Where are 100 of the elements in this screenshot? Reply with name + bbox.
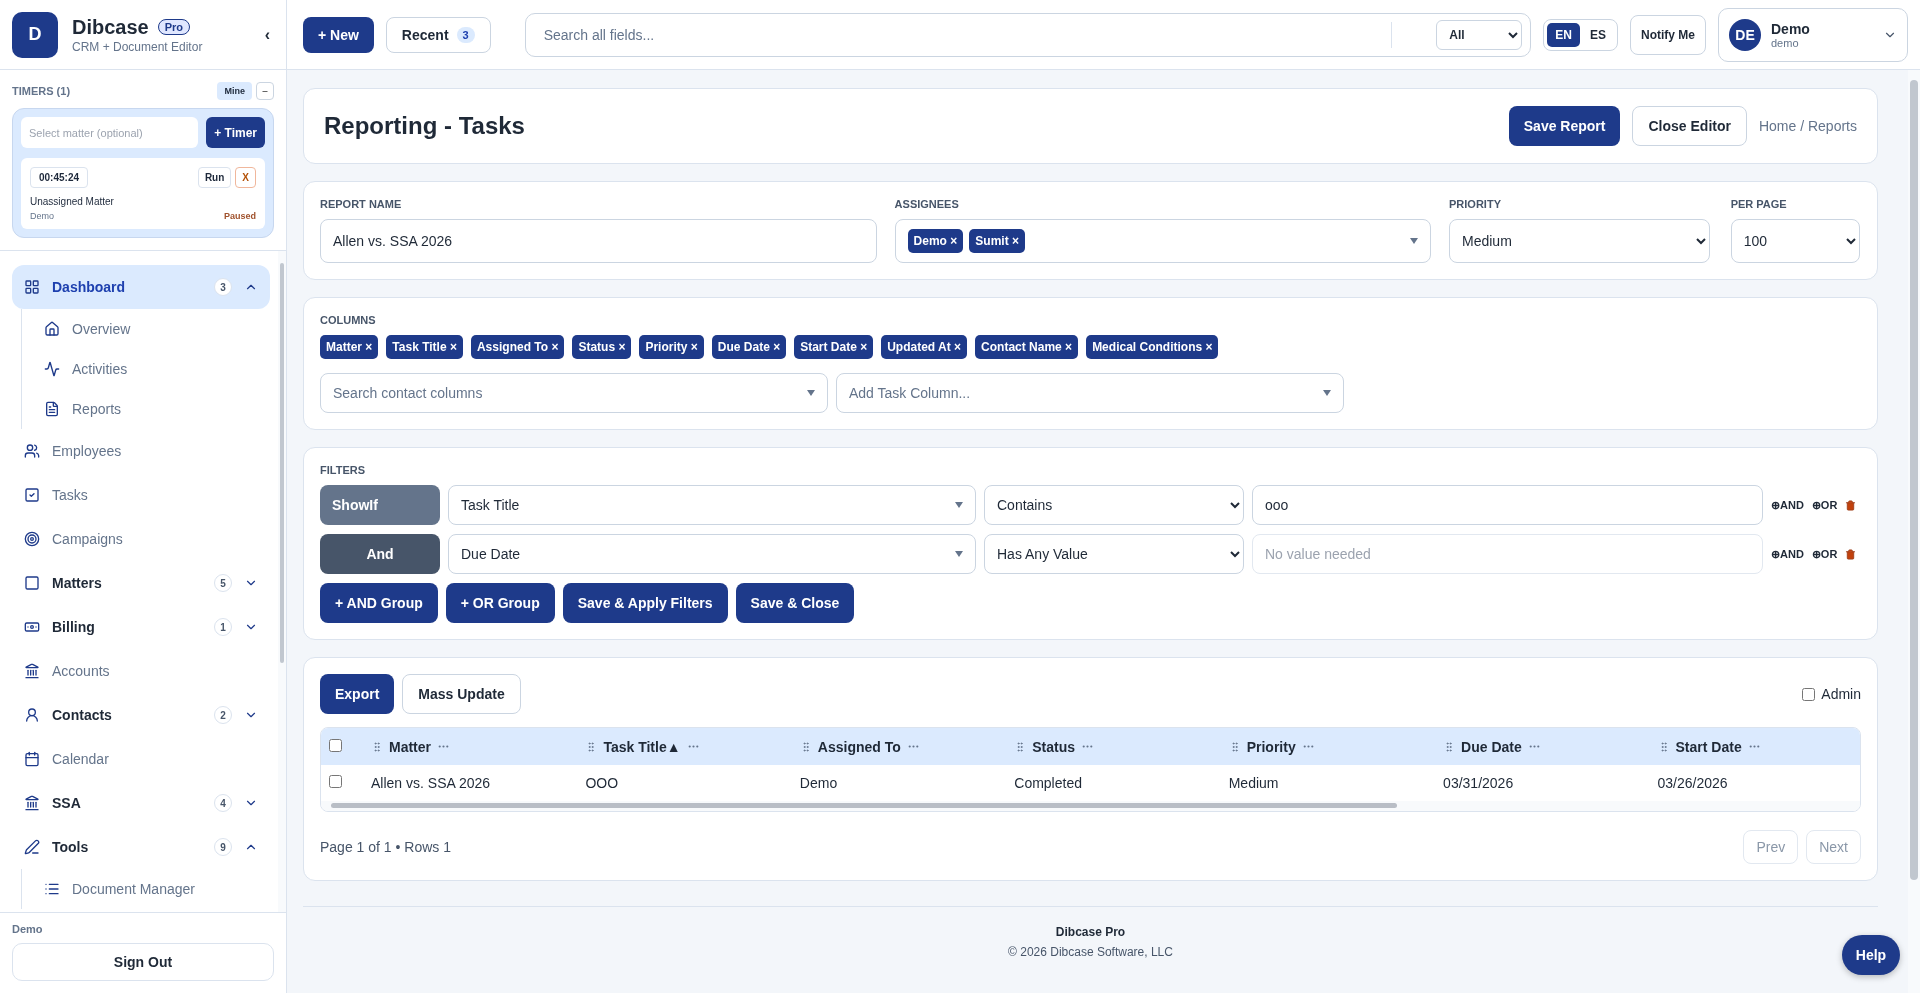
page-summary: Page 1 of 1 • Rows 1 bbox=[320, 839, 452, 856]
column-tag[interactable]: Priority × bbox=[639, 335, 704, 360]
count-badge: 2 bbox=[214, 706, 232, 724]
nav-item[interactable]: Reports bbox=[22, 389, 270, 429]
nav-item[interactable]: SSA 4 bbox=[12, 781, 270, 825]
filter-field-select[interactable]: Task Title bbox=[448, 485, 976, 526]
report-name-field[interactable]: Allen vs. SSA 2026 bbox=[320, 219, 877, 264]
sign-out-button[interactable]: Sign Out bbox=[12, 943, 274, 981]
nav-item[interactable]: Document Manager bbox=[22, 869, 270, 909]
add-and-link[interactable]: ⊕AND bbox=[1771, 498, 1804, 512]
notify-button[interactable]: Notify Me bbox=[1630, 14, 1706, 55]
select-all-checkbox[interactable] bbox=[329, 738, 342, 752]
column-tag[interactable]: Start Date × bbox=[794, 335, 874, 360]
column-tag[interactable]: Due Date × bbox=[711, 335, 787, 360]
nav-item[interactable]: Tools 9 bbox=[12, 825, 270, 869]
nav-item[interactable]: Tasks bbox=[12, 473, 270, 517]
user-name: Demo bbox=[1771, 20, 1811, 37]
remove-timer-button[interactable]: X bbox=[235, 167, 256, 188]
admin-checkbox[interactable] bbox=[1802, 687, 1816, 701]
horizontal-scrollbar[interactable] bbox=[321, 801, 1860, 812]
recent-button[interactable]: Recent 3 bbox=[385, 16, 491, 53]
nav-item[interactable]: Activities bbox=[22, 349, 270, 389]
add-or-link[interactable]: ⊕OR bbox=[1811, 547, 1838, 561]
table-cell: Demo bbox=[787, 765, 1003, 802]
column-header[interactable]: Priority bbox=[1246, 738, 1296, 755]
page-scrollbar[interactable] bbox=[1908, 70, 1920, 993]
filter-action-button[interactable]: + AND Group bbox=[320, 583, 438, 624]
assignee-tag[interactable]: Demo × bbox=[907, 229, 964, 254]
help-button[interactable]: Help bbox=[1842, 935, 1900, 976]
search-field[interactable]: Search all fields... All bbox=[524, 12, 1532, 57]
nav-item[interactable]: Matters 5 bbox=[12, 561, 270, 605]
nav-item[interactable]: Employees bbox=[12, 429, 270, 473]
collapse-timers-button[interactable]: – bbox=[256, 82, 274, 100]
filter-action-button[interactable]: Save & Close bbox=[735, 583, 855, 624]
drag-handle-icon[interactable] bbox=[371, 740, 383, 753]
add-timer-button[interactable]: + Timer bbox=[206, 117, 265, 148]
column-header[interactable]: Status bbox=[1032, 738, 1076, 755]
list-icon bbox=[44, 881, 60, 897]
search-scope-select[interactable]: All bbox=[1436, 19, 1523, 50]
save-report-button[interactable]: Save Report bbox=[1508, 106, 1621, 147]
field-label: PER PAGE bbox=[1730, 198, 1788, 211]
nav-item[interactable]: Campaigns bbox=[12, 517, 270, 561]
mass-update-button[interactable]: Mass Update bbox=[402, 674, 521, 715]
field-label: PRIORITY bbox=[1449, 198, 1502, 211]
language-button[interactable]: EN bbox=[1547, 22, 1580, 47]
nav-item[interactable]: Dashboard 3 bbox=[12, 265, 270, 309]
nav-item[interactable]: Contacts 2 bbox=[12, 693, 270, 737]
matter-field[interactable]: Select matter (optional) bbox=[21, 117, 199, 148]
contact-columns-select[interactable]: Search contact columns bbox=[320, 373, 828, 414]
column-header[interactable]: Due Date bbox=[1461, 738, 1522, 755]
filter-value-field[interactable]: ooo bbox=[1252, 485, 1763, 526]
column-tag[interactable]: Assigned To × bbox=[470, 335, 565, 360]
per-page-select[interactable]: 100 bbox=[1730, 219, 1860, 264]
plan-badge: Pro bbox=[157, 19, 191, 35]
nav-item[interactable]: Billing 1 bbox=[12, 605, 270, 649]
task-column-select[interactable]: Add Task Column... bbox=[836, 373, 1344, 414]
column-header[interactable]: Task Title▲ bbox=[603, 738, 681, 755]
delete-icon[interactable] bbox=[1845, 499, 1857, 511]
delete-icon[interactable] bbox=[1845, 548, 1857, 560]
column-header[interactable]: Start Date bbox=[1675, 738, 1742, 755]
column-tag[interactable]: Contact Name × bbox=[975, 335, 1079, 360]
column-tag[interactable]: Status × bbox=[572, 335, 632, 360]
filter-action-button[interactable]: + OR Group bbox=[445, 583, 555, 624]
connector-button[interactable]: And bbox=[320, 534, 440, 575]
column-header[interactable]: Assigned To bbox=[817, 738, 901, 755]
add-or-link[interactable]: ⊕OR bbox=[1811, 498, 1838, 512]
nav-item[interactable]: Accounts bbox=[12, 649, 270, 693]
nav-item[interactable]: Calendar bbox=[12, 737, 270, 781]
checkbox-icon bbox=[24, 487, 40, 503]
assignees-field[interactable]: Demo × Sumit × bbox=[894, 219, 1431, 264]
add-and-link[interactable]: ⊕AND bbox=[1771, 547, 1804, 561]
user-icon bbox=[24, 707, 40, 723]
bank-icon bbox=[24, 795, 40, 811]
count-badge: 5 bbox=[214, 574, 232, 592]
column-tag[interactable]: Task Title × bbox=[386, 335, 463, 360]
row-checkbox[interactable] bbox=[329, 775, 342, 789]
column-tag[interactable]: Updated At × bbox=[881, 335, 968, 360]
column-tag[interactable]: Medical Conditions × bbox=[1086, 335, 1219, 360]
filter-field-select[interactable]: Due Date bbox=[448, 534, 976, 575]
user-menu[interactable]: DE Demo demo bbox=[1718, 7, 1908, 62]
column-header[interactable]: Matter bbox=[389, 738, 431, 755]
export-button[interactable]: Export bbox=[320, 674, 395, 715]
users-icon bbox=[24, 443, 40, 459]
collapse-sidebar-button[interactable]: ‹ bbox=[260, 25, 274, 44]
sidebar-scrollbar[interactable] bbox=[278, 251, 286, 912]
operator-select[interactable]: Contains bbox=[984, 485, 1244, 526]
admin-label: Admin bbox=[1821, 686, 1861, 703]
close-editor-button[interactable]: Close Editor bbox=[1632, 106, 1747, 147]
filter-action-button[interactable]: Save & Apply Filters bbox=[562, 583, 728, 624]
column-tag[interactable]: Matter × bbox=[320, 335, 379, 360]
run-button[interactable]: Run bbox=[197, 167, 232, 188]
priority-select[interactable]: Medium bbox=[1449, 219, 1710, 264]
new-button[interactable]: + New bbox=[303, 16, 374, 53]
nav-item[interactable]: Overview bbox=[22, 309, 270, 349]
mine-filter-button[interactable]: Mine bbox=[217, 82, 252, 100]
user-avatar: DE bbox=[1729, 18, 1761, 51]
assignee-tag[interactable]: Sumit × bbox=[969, 229, 1025, 254]
operator-select[interactable]: Has Any Value bbox=[984, 534, 1244, 575]
language-button[interactable]: ES bbox=[1582, 22, 1614, 47]
connector-button[interactable]: ShowIf bbox=[320, 485, 440, 526]
